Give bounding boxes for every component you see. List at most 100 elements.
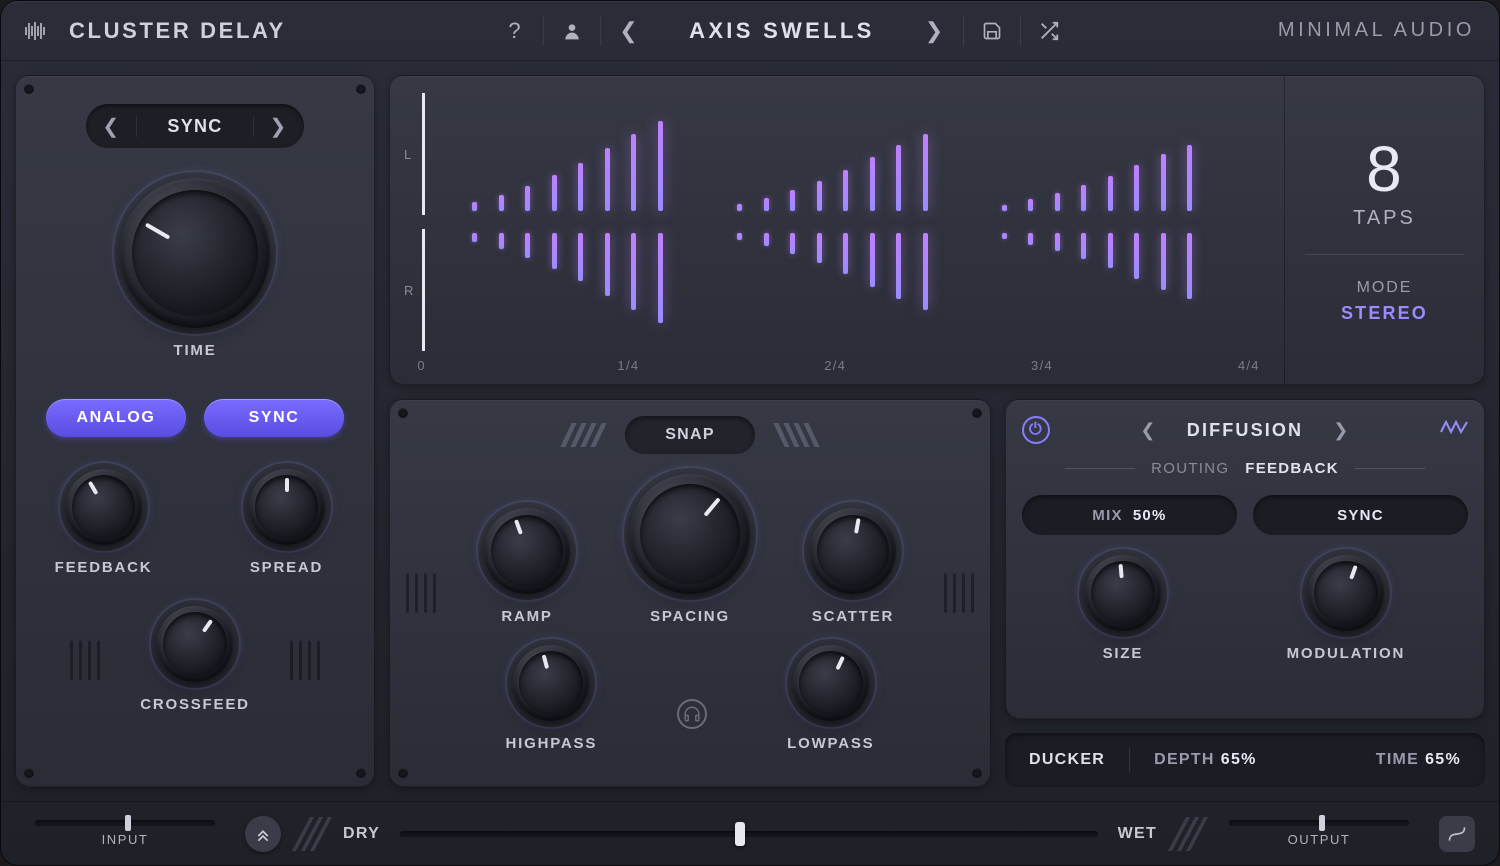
tap-bar — [605, 148, 610, 211]
tap-bar — [923, 233, 928, 310]
size-label: SIZE — [1103, 645, 1144, 662]
tap-bar — [870, 233, 875, 287]
crossfeed-knob[interactable] — [157, 606, 233, 682]
tap-bar — [817, 181, 822, 212]
taps-count[interactable]: 8 — [1366, 137, 1403, 201]
scatter-knob[interactable] — [810, 508, 896, 594]
tap-bar — [1161, 154, 1166, 211]
time-mode-selector[interactable]: ❮ SYNC ❯ — [86, 104, 303, 148]
tap-bar — [1055, 233, 1060, 251]
preset-name[interactable]: AXIS SWELLS — [649, 18, 914, 44]
ducker-label[interactable]: DUCKER — [1029, 751, 1105, 769]
snap-button[interactable]: SNAP — [625, 416, 755, 454]
highpass-knob[interactable] — [513, 645, 589, 721]
shuffle-icon[interactable] — [1029, 11, 1069, 51]
tap-bar — [790, 233, 795, 255]
tap-bar — [1002, 233, 1007, 239]
time-mode-prev-icon[interactable]: ❮ — [86, 114, 136, 139]
tap-bar — [870, 157, 875, 211]
help-icon[interactable]: ? — [495, 11, 535, 51]
tap-bar — [1108, 233, 1113, 268]
ramp-knob[interactable] — [484, 508, 570, 594]
effect-power-icon[interactable]: ⏻ — [1022, 416, 1050, 444]
tap-bar — [764, 198, 769, 212]
axis-tick: 4/4 — [1238, 358, 1260, 373]
curve-icon[interactable] — [1439, 816, 1475, 852]
time-panel: ❮ SYNC ❯ TIME ANALOG SYNC FEEDBACK — [15, 75, 375, 787]
spread-knob[interactable] — [249, 469, 325, 545]
axis-tick: 1/4 — [617, 358, 639, 373]
tap-bar — [843, 233, 848, 274]
analog-button[interactable]: ANALOG — [46, 399, 186, 437]
stripes-icon — [1177, 817, 1199, 851]
feedback-knob[interactable] — [66, 469, 142, 545]
channel-l-label: L — [404, 147, 422, 162]
visualizer-r[interactable] — [422, 222, 1284, 358]
visualizer-l[interactable] — [422, 86, 1284, 222]
stripes-icon — [301, 817, 323, 851]
time-mode-next-icon[interactable]: ❯ — [254, 114, 304, 139]
axis-tick: 2/4 — [824, 358, 846, 373]
tap-bar — [896, 233, 901, 300]
tap-bar — [552, 175, 557, 211]
tap-bar — [472, 202, 477, 211]
output-slider[interactable]: OUTPUT — [1219, 820, 1419, 847]
tap-bar — [472, 233, 477, 242]
ducker-bar: DUCKER DEPTH65% TIME65% — [1005, 733, 1485, 787]
vent-icon — [70, 640, 100, 680]
stripes-icon — [566, 423, 601, 447]
bottom-bar: INPUT DRY WET OUTPUT — [1, 801, 1499, 865]
tap-bar — [499, 233, 504, 249]
effect-name[interactable]: DIFFUSION — [1187, 420, 1303, 441]
tap-bar — [896, 145, 901, 212]
effect-prev-icon[interactable]: ❮ — [1140, 420, 1156, 441]
logo-icon — [25, 21, 55, 41]
plugin-window: CLUSTER DELAY ? ❮ AXIS SWELLS ❯ MINIMAL … — [0, 0, 1500, 866]
product-name: CLUSTER DELAY — [69, 18, 286, 44]
time-knob[interactable] — [120, 178, 270, 328]
effect-next-icon[interactable]: ❯ — [1333, 420, 1349, 441]
modulation-knob[interactable] — [1308, 555, 1384, 631]
tap-bar — [525, 233, 530, 258]
tap-bar — [552, 233, 557, 269]
mode-label: MODE — [1357, 279, 1413, 297]
dry-label: DRY — [343, 825, 380, 843]
user-icon[interactable] — [552, 11, 592, 51]
tap-bar — [843, 170, 848, 211]
tap-bar — [1134, 165, 1139, 211]
brand-label: MINIMAL AUDIO — [1278, 19, 1475, 42]
mix-pill[interactable]: MIX 50% — [1022, 495, 1237, 535]
tap-bar — [764, 233, 769, 247]
effect-wave-icon[interactable] — [1440, 418, 1468, 442]
spacing-knob[interactable] — [630, 474, 750, 594]
preset-next-icon[interactable]: ❯ — [915, 11, 955, 51]
tap-bar — [605, 233, 610, 296]
preset-prev-icon[interactable]: ❮ — [609, 11, 649, 51]
size-knob[interactable] — [1085, 555, 1161, 631]
stripes-icon — [779, 423, 814, 447]
visualizer-axis: 01/42/43/44/4 — [404, 358, 1284, 384]
axis-tick: 3/4 — [1031, 358, 1053, 373]
tap-bar — [1187, 145, 1192, 211]
routing-value[interactable]: FEEDBACK — [1245, 460, 1339, 477]
effect-panel: ⏻ ❮ DIFFUSION ❯ ROUTING FEEDBACK — [1005, 399, 1485, 719]
headphone-icon[interactable] — [677, 699, 707, 729]
effect-sync-pill[interactable]: SYNC — [1253, 495, 1468, 535]
feedback-label: FEEDBACK — [55, 559, 153, 576]
tap-bar — [737, 233, 742, 240]
drywet-slider[interactable] — [400, 831, 1098, 837]
vent-icon — [944, 573, 974, 613]
time-mode-label: SYNC — [136, 116, 253, 137]
expand-up-icon[interactable] — [245, 816, 281, 852]
input-slider[interactable]: INPUT — [25, 820, 225, 847]
tap-bar — [578, 233, 583, 282]
save-icon[interactable] — [972, 11, 1012, 51]
effect-column: ⏻ ❮ DIFFUSION ❯ ROUTING FEEDBACK — [1005, 399, 1485, 787]
mode-value[interactable]: STEREO — [1341, 303, 1428, 324]
lowpass-knob[interactable] — [793, 645, 869, 721]
ducker-time-value[interactable]: 65% — [1425, 751, 1461, 768]
sync-button[interactable]: SYNC — [204, 399, 344, 437]
tap-bar — [578, 163, 583, 212]
tap-bar — [1161, 233, 1166, 290]
ducker-depth-value[interactable]: 65% — [1221, 751, 1257, 768]
